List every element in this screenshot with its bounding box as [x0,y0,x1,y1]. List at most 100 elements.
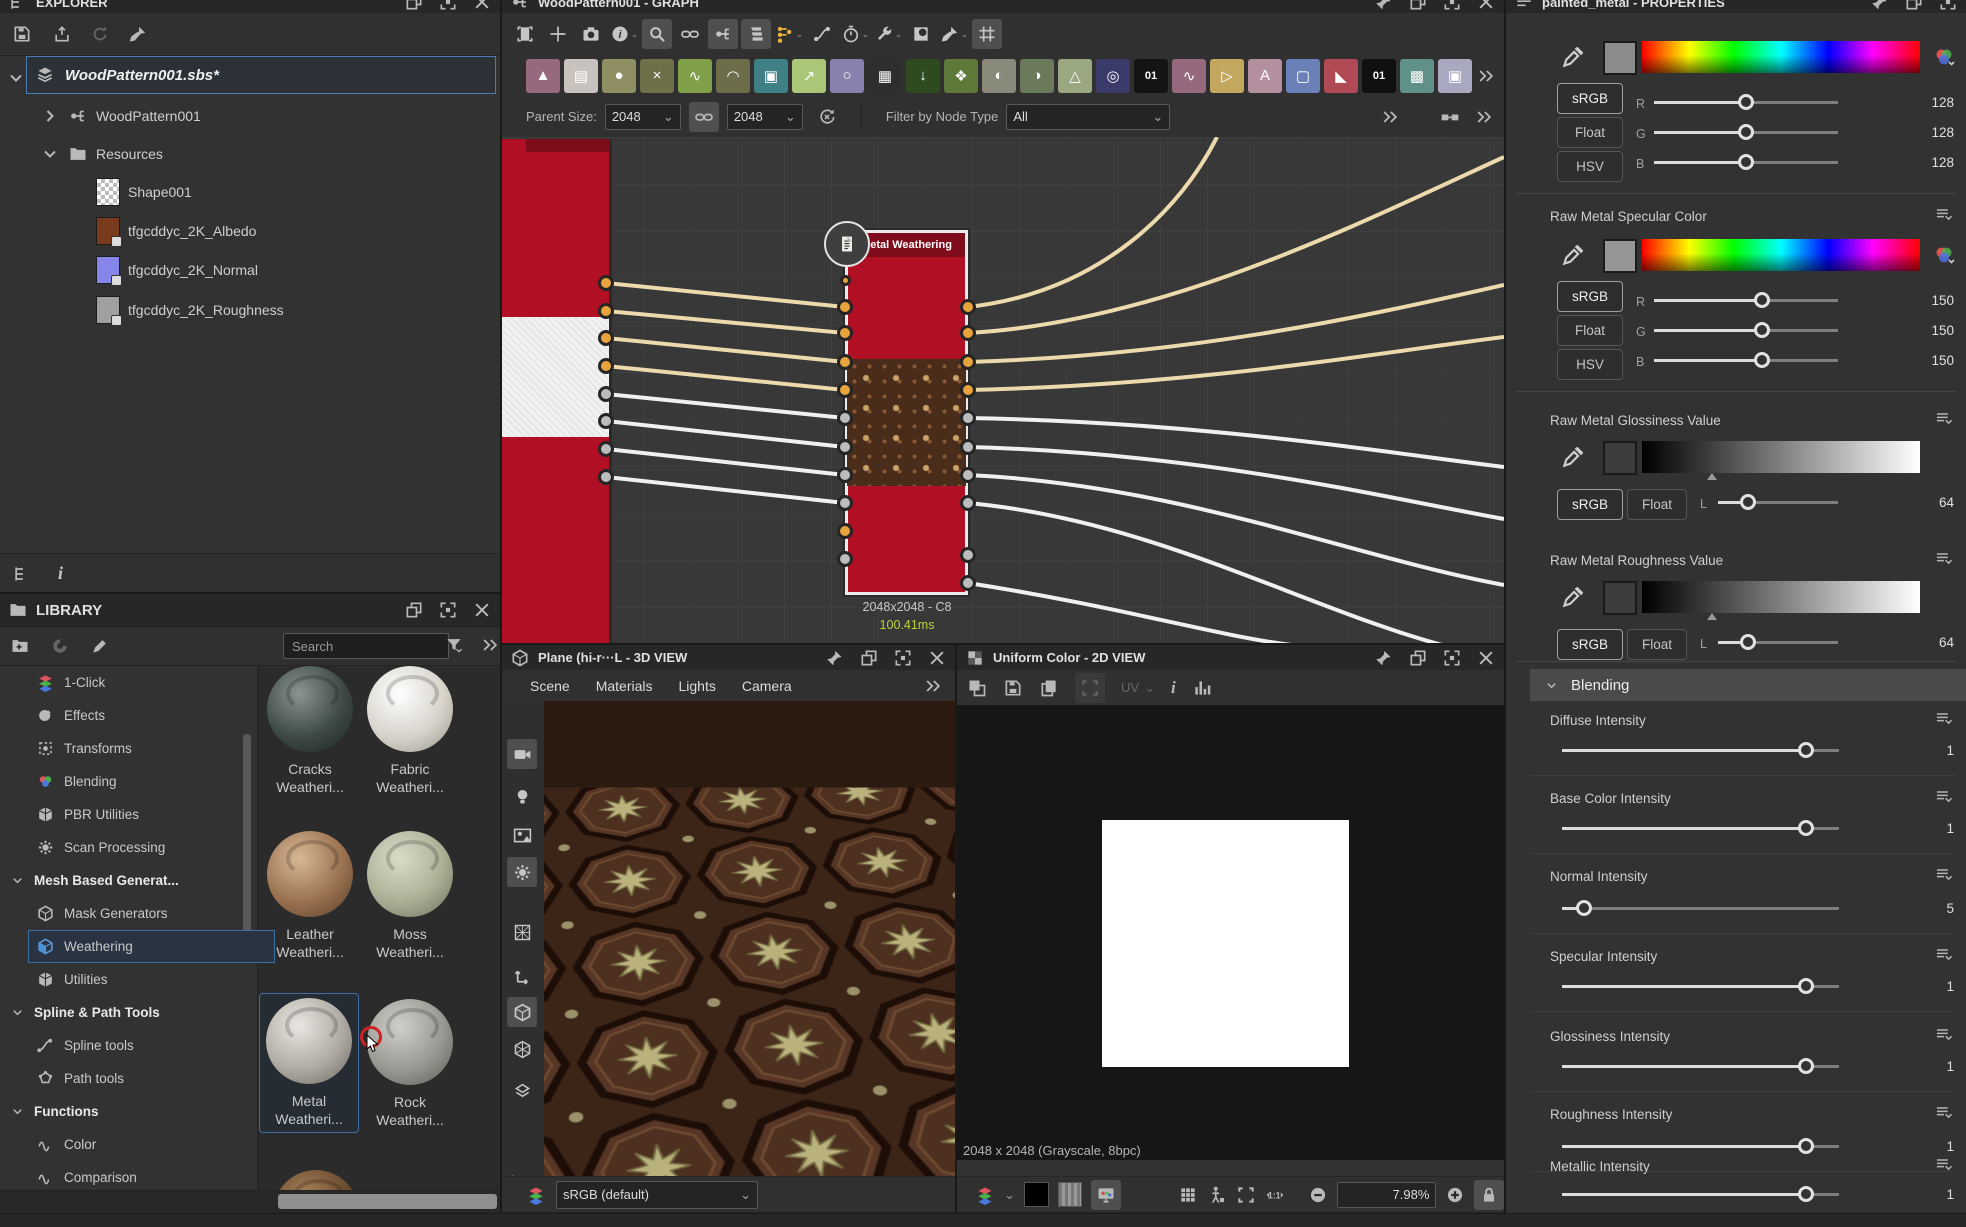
close-icon[interactable] [927,648,947,668]
srgb-button[interactable]: sRGB [1557,629,1623,660]
library-hscrollbar-handle[interactable] [278,1194,497,1209]
atomic-node-button-14[interactable]: △ [1058,59,1092,93]
pin-icon[interactable] [1374,0,1394,12]
slider-knob[interactable] [1798,742,1814,758]
refresh-button[interactable] [90,24,110,44]
slider-knob[interactable] [1738,124,1754,140]
node-pin[interactable] [837,382,853,398]
gear-button[interactable] [507,857,537,887]
maximize-icon[interactable] [1442,0,1462,12]
blending-slider[interactable] [1562,899,1839,917]
save-button[interactable] [10,24,34,44]
node-pin[interactable] [598,413,614,429]
node-pin[interactable] [837,551,853,567]
tree-row-shape001[interactable]: Shape001 i [0,176,500,208]
library-category-blending[interactable]: Blending [0,765,289,798]
close-icon[interactable] [472,600,492,620]
node-metal-weathering[interactable]: Metal Weathering [845,230,968,595]
node-align-icon[interactable] [1440,107,1460,127]
node-doc-badge[interactable] [824,221,870,267]
maximize-icon[interactable] [1442,648,1462,668]
float-button[interactable]: Float [1557,315,1623,346]
node-pin[interactable] [837,299,853,315]
channels-layers-icon[interactable] [975,1185,995,1205]
preset-icon[interactable] [1934,945,1954,965]
color-gradient-bar[interactable] [1642,41,1920,73]
atomic-node-button-18[interactable]: ▷ [1210,59,1244,93]
blending-slider[interactable] [1562,741,1839,759]
zoom-in-button[interactable] [1445,1185,1465,1205]
blending-slider[interactable] [1562,1185,1839,1203]
uv-dropdown[interactable]: UV ⌄ [1121,680,1155,696]
tree-row-normal[interactable]: tfgcddyc_2K_Normal i [0,254,500,286]
chevron-down-icon[interactable] [1544,678,1559,693]
slider-knob[interactable] [1576,900,1592,916]
node-pin[interactable] [837,467,853,483]
node-pin[interactable] [598,303,614,319]
slider-knob[interactable] [1738,154,1754,170]
color-swatch[interactable] [1603,581,1637,615]
library-category-path-tools[interactable]: Path tools [0,1062,289,1095]
tree-view-button[interactable] [12,564,32,584]
reset-size-icon[interactable] [817,107,837,127]
search-input[interactable] [283,633,449,659]
palette-more-icon[interactable] [1476,66,1496,86]
node-pin[interactable] [598,358,614,374]
library-item-fabric[interactable]: FabricWeatheri... [361,666,459,796]
atomic-node-button-5[interactable]: ◠ [716,59,750,93]
camera-button[interactable] [576,19,606,49]
channel-slider[interactable] [1718,633,1838,651]
node-pin[interactable] [960,410,976,426]
blending-section-header[interactable]: Blending [1530,669,1966,701]
library-category-mask-generators[interactable]: Mask Generators [0,897,289,930]
background-black-swatch[interactable] [1024,1182,1049,1207]
maximize-icon[interactable] [438,600,458,620]
blending-slider[interactable] [1562,1057,1839,1075]
display-background-button[interactable] [967,678,987,698]
color-wheel-icon[interactable] [1932,45,1956,69]
histogram-button[interactable] [1192,678,1212,698]
package-row[interactable]: WoodPattern001.sbs* [26,56,496,94]
videocam-button[interactable] [507,739,537,769]
colorspace-layers-icon[interactable] [526,1185,546,1205]
fit-view-button[interactable] [1236,1185,1256,1205]
library-category-functions[interactable]: Functions [0,1095,263,1128]
eyedropper-icon[interactable] [1560,444,1586,470]
node-material-left[interactable] [502,139,612,643]
cubewire-button[interactable] [507,1034,537,1064]
chevron-down-icon[interactable] [10,1005,25,1020]
slider-knob[interactable] [1798,978,1814,994]
node-pin[interactable] [598,386,614,402]
fitview-button[interactable] [510,19,540,49]
wrench-button[interactable]: ⌄ [873,19,903,49]
envimg-button[interactable] [507,820,537,850]
library-category-color[interactable]: Color [0,1128,289,1161]
slider-knob[interactable] [1740,494,1756,510]
node-pin[interactable] [837,439,853,455]
slider-knob[interactable] [1754,322,1770,338]
pin-icon[interactable] [1870,0,1890,12]
imagenode-button[interactable] [906,19,936,49]
library-category-scan-processing[interactable]: Scan Processing [0,831,289,864]
channel-slider[interactable] [1718,493,1838,511]
float-icon[interactable] [1408,648,1428,668]
float-icon[interactable] [859,648,879,668]
library-item-moss[interactable]: MossWeatheri... [361,827,459,961]
more-icon[interactable] [1474,107,1494,127]
new-folder-button[interactable] [10,636,30,656]
float-icon[interactable] [1408,0,1428,12]
atomic-node-button-21[interactable]: ◣ [1324,59,1358,93]
collapse-file-icon[interactable] [6,68,26,88]
menu-camera[interactable]: Camera [742,678,792,694]
menu-more-icon[interactable] [923,676,943,696]
diamond2-button[interactable] [507,1076,537,1106]
background-gray-swatch[interactable] [1058,1182,1083,1207]
node-pin[interactable] [837,325,853,341]
chevron-down-icon[interactable] [10,1104,25,1119]
layers-button[interactable] [741,19,771,49]
actual-size-button[interactable]: 1:1 [1265,1185,1285,1205]
atomic-node-button-11[interactable]: ❖ [944,59,978,93]
atomic-node-button-12[interactable]: ◐ [982,59,1016,93]
filter-icon[interactable] [444,635,464,655]
channel-slider[interactable] [1654,123,1838,141]
